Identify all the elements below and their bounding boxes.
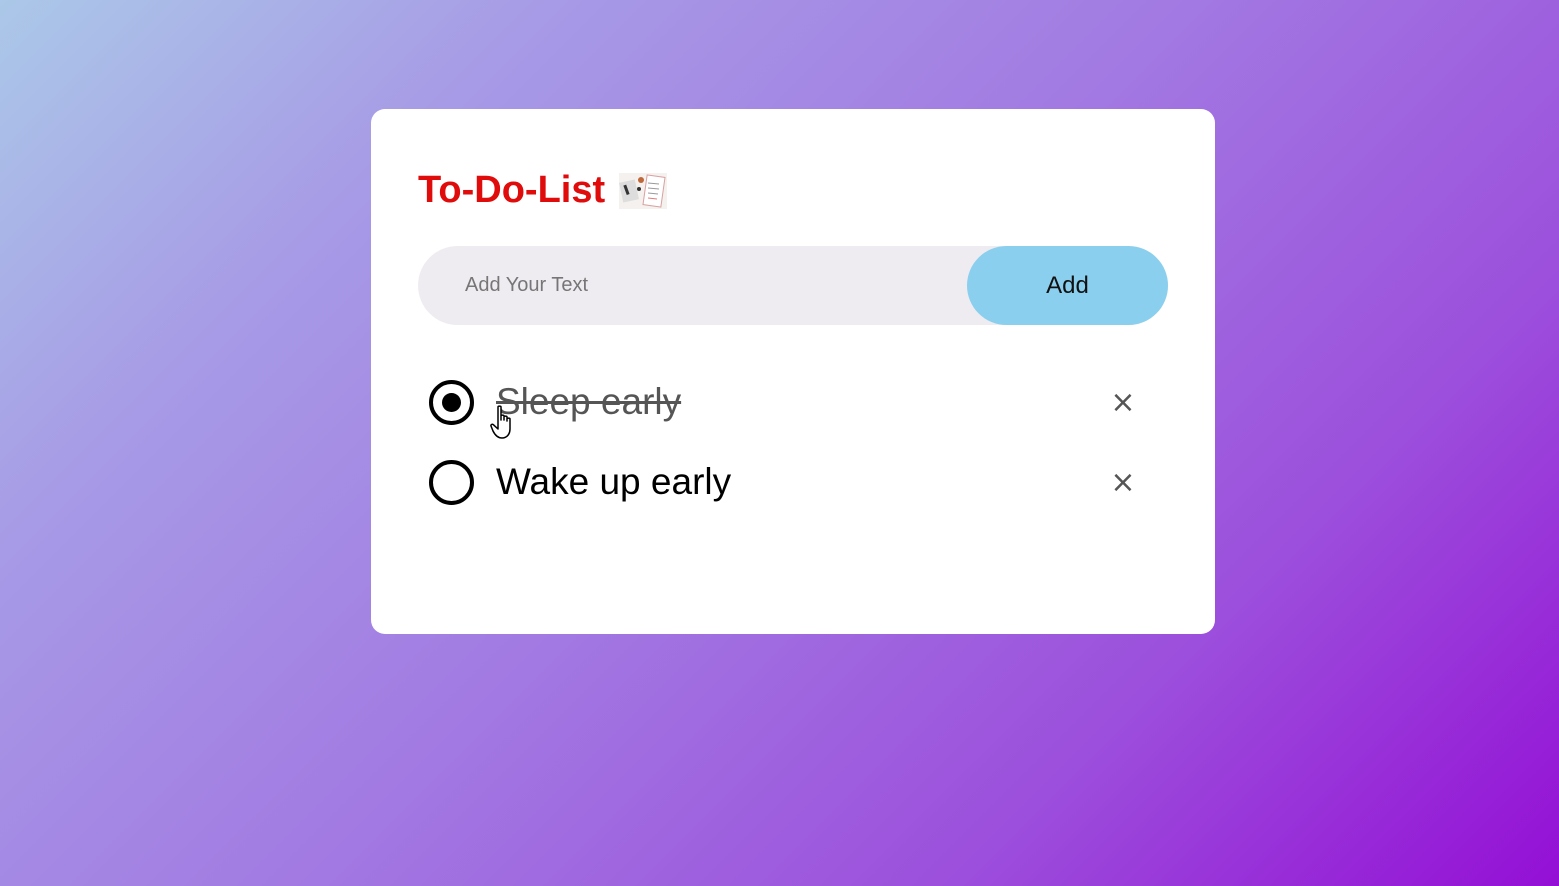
- checklist-notepad-icon: [619, 172, 668, 209]
- header: To-Do-List: [418, 169, 668, 212]
- task-item[interactable]: Wake up early ×: [429, 442, 1159, 522]
- add-task-row: Add: [418, 246, 1168, 325]
- task-text: Wake up early: [496, 461, 732, 502]
- task-input[interactable]: [418, 246, 967, 325]
- task-list: Sleep early × Wake up early ×: [429, 362, 1159, 522]
- task-checkbox-checked[interactable]: [429, 379, 474, 425]
- task-item[interactable]: Sleep early ×: [429, 362, 1159, 442]
- close-icon[interactable]: ×: [1107, 385, 1139, 420]
- page-title: To-Do-List: [418, 169, 606, 211]
- todo-card: To-Do-List Add Sleep early ×: [371, 109, 1215, 634]
- hand-pointer-cursor-icon: [490, 405, 516, 441]
- close-icon[interactable]: ×: [1107, 465, 1139, 500]
- task-checkbox[interactable]: [429, 459, 474, 505]
- add-button[interactable]: Add: [967, 246, 1168, 325]
- task-text: Sleep early: [496, 381, 682, 422]
